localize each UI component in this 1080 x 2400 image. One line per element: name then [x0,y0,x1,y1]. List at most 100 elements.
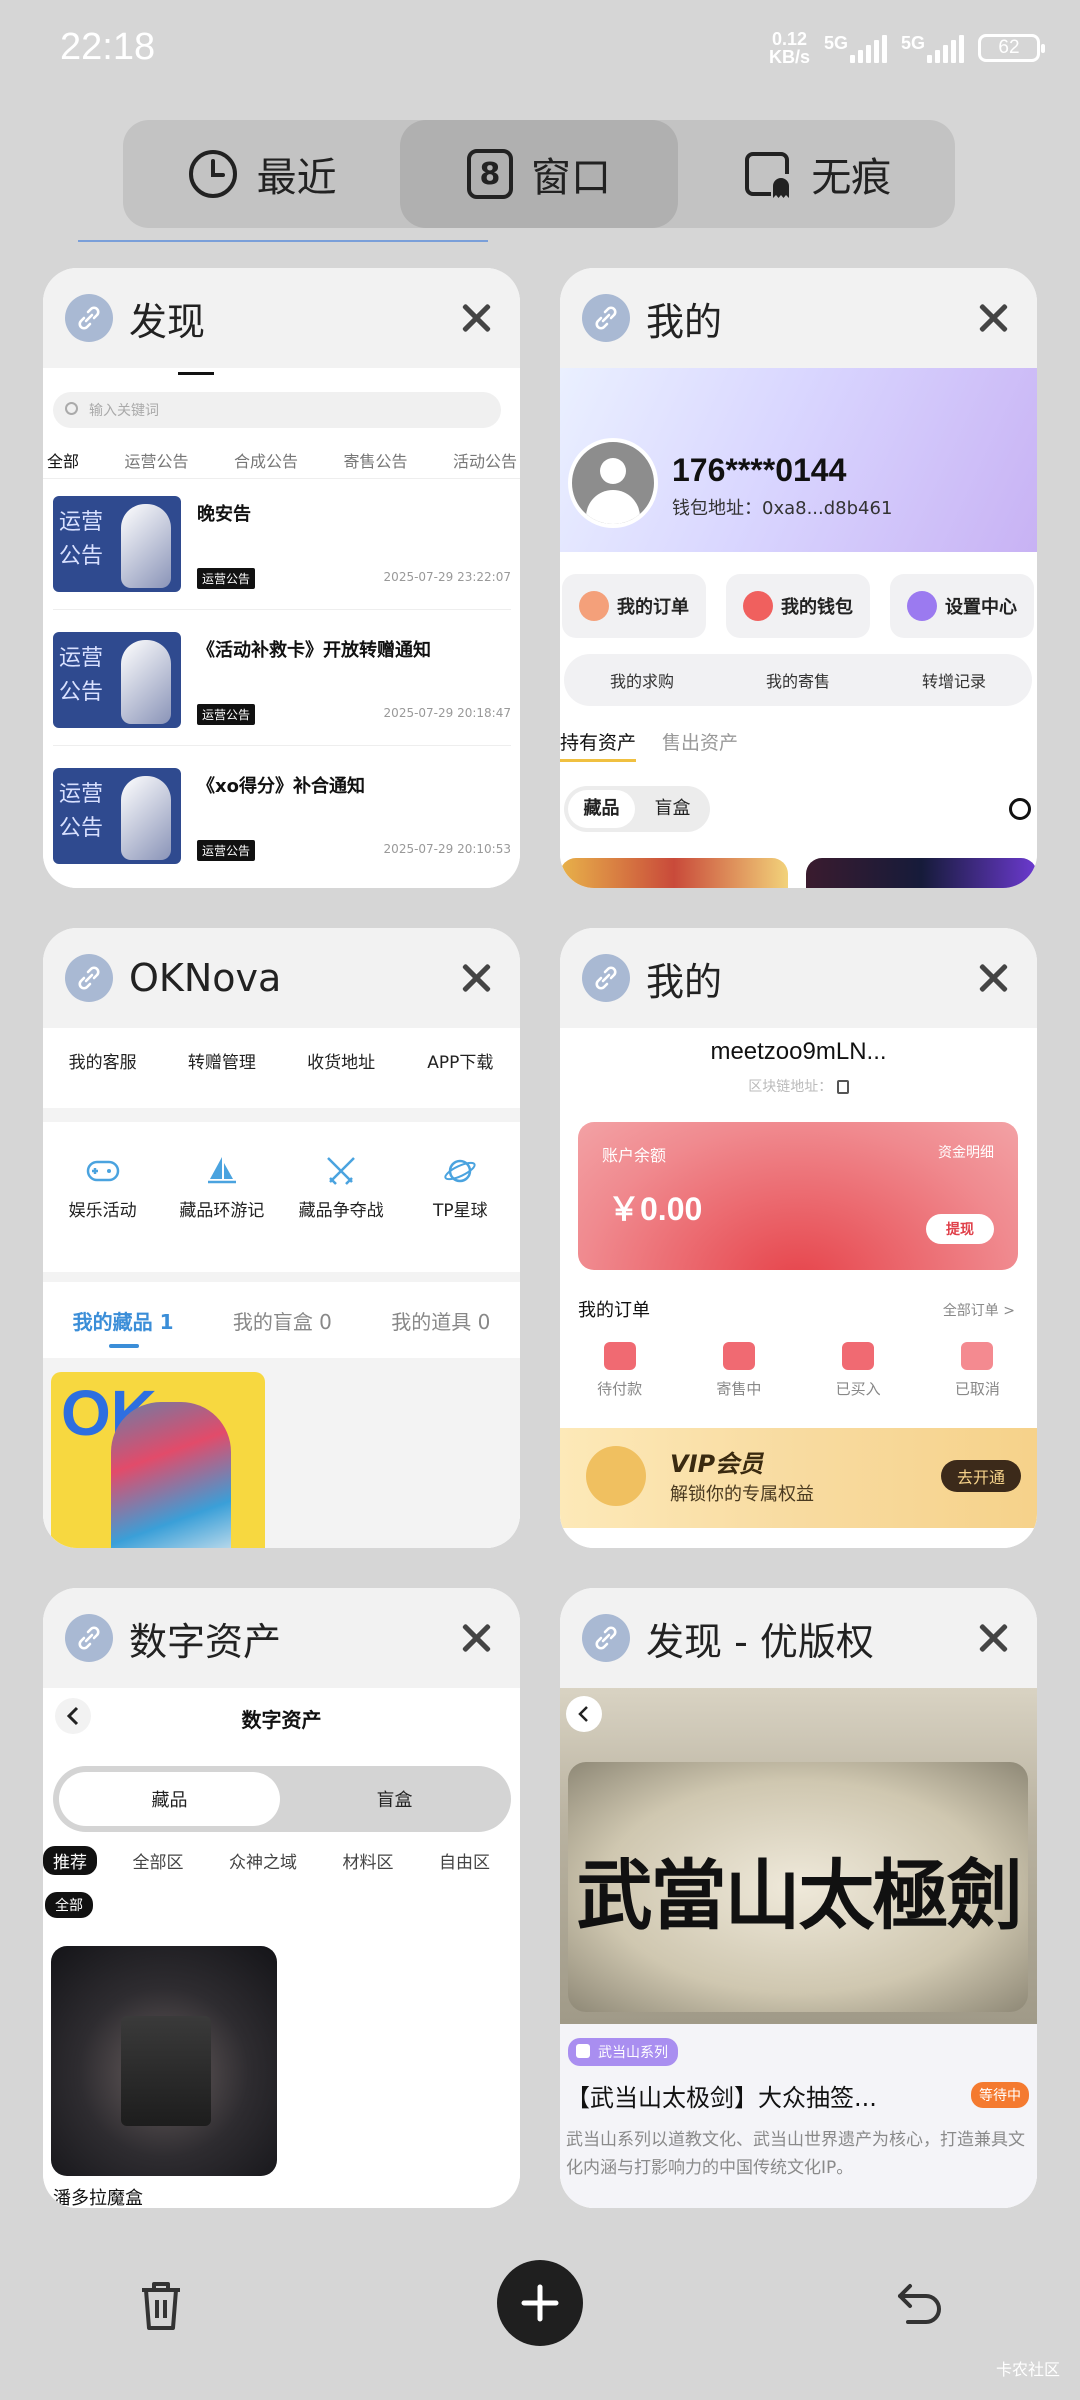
tab-all[interactable]: 全部 [47,448,79,472]
list-item[interactable]: 运营 公告 晚安告 运营公告 2025-07-29 23:22:07 [53,484,511,610]
list-item[interactable]: 运营 公告 《xo得分》补合通知 运营公告 2025-07-29 20:10:53 [53,756,511,882]
collection-tour-item[interactable]: 藏品环游记 [167,1154,277,1221]
withdraw-button[interactable]: 提现 [926,1214,994,1244]
bottom-bar [0,2250,1080,2370]
tab-my-collectibles[interactable]: 我的藏品 1 [73,1306,174,1348]
battery-icon: 62 [978,34,1045,62]
orders-icon [579,591,609,621]
tab-windows[interactable]: 8 窗口 [400,120,678,228]
tab-events[interactable]: 活动公告 [453,448,517,472]
close-icon[interactable] [971,1616,1015,1660]
tab-sold[interactable]: 售出资产 [662,728,738,762]
avatar[interactable] [568,438,658,528]
signal-bars-icon [849,33,887,63]
my-consign-link[interactable]: 我的寄售 [766,668,830,692]
collection-battle-item[interactable]: 藏品争夺战 [286,1154,396,1221]
window-card-oknova[interactable]: OKNova 我的客服 转赠管理 收货地址 APP下载 娱乐活动 藏品环游记 藏… [43,928,520,1548]
window-card-youbanquan[interactable]: 发现 - 优版权 武當山太極劍 武当山系列 【武当山太极剑】大众抽签... 等待… [560,1588,1037,2208]
vip-banner[interactable]: VIP会员 解锁你的专属权益 去开通 [560,1428,1037,1528]
status-badge: 运营公告 [197,568,256,589]
customer-service-item[interactable]: 我的客服 [48,1048,158,1073]
gamepad-icon [48,1154,158,1188]
close-icon[interactable] [454,1616,498,1660]
network-speed: 0.12 KB/s [768,29,810,67]
link-icon [582,294,630,342]
back-button[interactable] [566,1696,602,1732]
settings-button[interactable]: 设置中心 [890,574,1034,638]
item-description: 武当山系列以道教文化、武当山世界遗产为核心，打造兼具文化内涵与打影响力的中国传统… [566,2130,1025,2178]
zone-free[interactable]: 自由区 [429,1846,500,1875]
undo-icon[interactable] [894,2280,944,2330]
copy-icon[interactable] [836,1080,849,1094]
asset-thumbnail[interactable] [806,858,1037,888]
my-bids-link[interactable]: 我的求购 [610,668,674,692]
item-info: 武当山系列 【武当山太极剑】大众抽签... 等待中 武当山系列以道教文化、武当山… [560,2024,1037,2208]
seg-collectibles[interactable]: 藏品 [59,1772,280,1826]
transfer-manage-item[interactable]: 转赠管理 [167,1048,277,1073]
link-icon [65,1614,113,1662]
tab-incognito[interactable]: 无痕 [678,120,955,228]
tab-my-items[interactable]: 我的道具 0 [391,1306,490,1335]
drag-handle [178,372,214,375]
window-card-wode-2[interactable]: 我的 meetzoo9mLN... 区块链地址： 账户余额 资金明细 ￥0.00… [560,928,1037,1548]
asset-thumbnail[interactable] [560,858,788,888]
collectible-thumbnail[interactable]: OK [51,1372,265,1548]
tab-ops[interactable]: 运营公告 [124,448,188,472]
signal-2: 5G [901,33,964,63]
new-window-button[interactable] [497,2260,583,2346]
order-bought[interactable]: 已买入 [836,1342,881,1399]
zone-materials[interactable]: 材料区 [333,1846,404,1875]
gear-icon [907,591,937,621]
swords-icon [286,1154,396,1188]
username: meetzoo9mLN... [710,1038,887,1065]
filter-all-tag[interactable]: 全部 [45,1892,93,1918]
close-icon[interactable] [971,296,1015,340]
asset-type-toggle: 藏品 盲盒 [53,1766,511,1832]
tab-recent[interactable]: 最近 [123,120,400,228]
announcement-thumbnail: 运营 公告 [53,768,181,864]
order-cancelled[interactable]: 已取消 [955,1342,1000,1399]
zone-gods[interactable]: 众神之域 [219,1846,307,1875]
clock-icon [187,148,239,200]
app-download-item[interactable]: APP下载 [405,1048,515,1073]
tp-planet-item[interactable]: TP星球 [405,1154,515,1221]
close-icon[interactable] [454,296,498,340]
order-consigning[interactable]: 寄售中 [716,1342,761,1399]
transfer-records-link[interactable]: 转增记录 [922,668,986,692]
collection-grid: OK [43,1358,520,1548]
close-icon[interactable] [454,956,498,1000]
tab-synth[interactable]: 合成公告 [234,448,298,472]
seg-blindbox[interactable]: 盲盒 [639,790,706,828]
seg-collectibles[interactable]: 藏品 [568,790,635,828]
my-wallet-button[interactable]: 我的钱包 [726,574,870,638]
list-item[interactable]: 运营 公告 《活动补救卡》开放转赠通知 运营公告 2025-07-29 20:18… [53,620,511,746]
my-orders-button[interactable]: 我的订单 [562,574,706,638]
seg-blindbox[interactable]: 盲盒 [284,1772,505,1826]
zone-recommended[interactable]: 推荐 [43,1846,97,1875]
search-icon[interactable] [1009,798,1031,820]
entertainment-item[interactable]: 娱乐活动 [48,1154,158,1221]
address-item[interactable]: 收货地址 [286,1048,396,1073]
all-orders-link[interactable]: 全部订单 > [943,1300,1015,1320]
secondary-actions: 我的求购 我的寄售 转增记录 [564,654,1032,706]
collectible-thumbnail[interactable] [51,1946,277,2176]
window-card-wode-1[interactable]: 我的 176****0144 钱包地址：0xa8...d8b461 我的订单 我… [560,268,1037,888]
zone-all[interactable]: 全部区 [123,1846,194,1875]
tab-my-blindbox[interactable]: 我的盲盒 0 [233,1306,332,1335]
search-input[interactable]: 输入关键词 [53,392,501,428]
open-vip-button[interactable]: 去开通 [941,1460,1021,1492]
funds-detail-link[interactable]: 资金明细 [938,1142,994,1162]
window-card-shuzi[interactable]: 数字资产 数字资产 藏品 盲盒 推荐 全部区 众神之域 材料区 自由区 全部 潘… [43,1588,520,2208]
link-icon [65,294,113,342]
order-pending-payment[interactable]: 待付款 [597,1342,642,1399]
activity-row: 娱乐活动 藏品环游记 藏品争夺战 TP星球 [43,1154,520,1221]
tab-holding[interactable]: 持有资产 [560,728,637,762]
tab-consign[interactable]: 寄售公告 [343,448,407,472]
status-badge: 等待中 [971,2082,1029,2108]
category-tabs: 全部 运营公告 合成公告 寄售公告 活动公告 [47,448,517,472]
window-card-faxian[interactable]: 发现 输入关键词 全部 运营公告 合成公告 寄售公告 活动公告 运营 公告 晚安告… [43,268,520,888]
announcement-thumbnail: 运营 公告 [53,496,181,592]
close-icon[interactable] [971,956,1015,1000]
trash-icon[interactable] [138,2280,184,2332]
back-button[interactable] [55,1698,91,1734]
